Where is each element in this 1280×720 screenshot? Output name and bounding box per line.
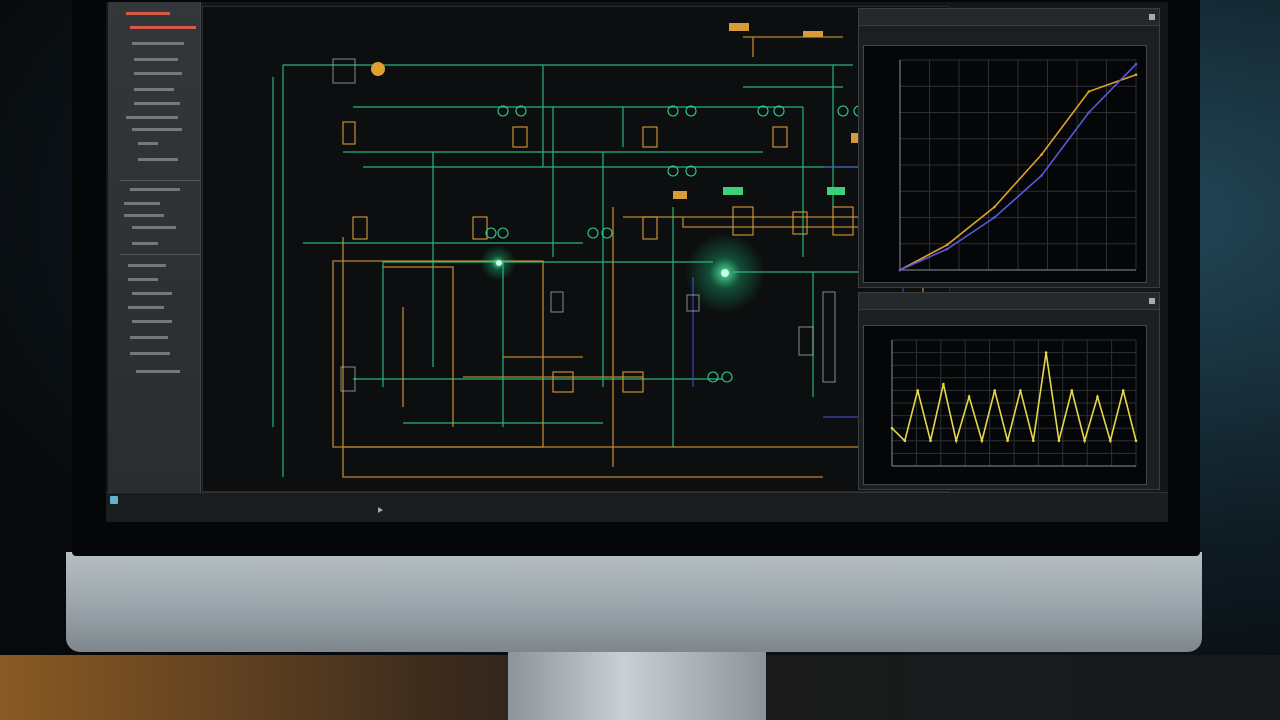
cursor-icon xyxy=(378,507,383,513)
panel-header xyxy=(859,9,1159,26)
sidebar-item[interactable] xyxy=(130,26,196,29)
sidebar-item[interactable] xyxy=(130,336,168,339)
sidebar-item[interactable] xyxy=(128,278,158,281)
data-point xyxy=(954,439,958,443)
data-point xyxy=(898,268,902,272)
data-point xyxy=(945,247,949,251)
sidebar-item[interactable] xyxy=(132,128,182,131)
data-point xyxy=(967,395,971,398)
data-point xyxy=(1083,439,1086,443)
data-point xyxy=(1057,439,1061,443)
data-point xyxy=(1134,73,1138,76)
sidebar-item[interactable] xyxy=(132,42,184,45)
sidebar-item[interactable] xyxy=(134,58,178,61)
data-point xyxy=(1087,90,1091,93)
waveform-chart-svg xyxy=(890,339,1138,467)
response-chart[interactable] xyxy=(863,45,1147,283)
data-point xyxy=(993,205,996,209)
sidebar-item[interactable] xyxy=(138,158,178,161)
tool-sidebar xyxy=(108,2,201,492)
orange-wires xyxy=(332,36,924,478)
data-point xyxy=(916,389,919,392)
sidebar-item[interactable] xyxy=(130,352,170,355)
sidebar-divider xyxy=(120,180,200,181)
data-point xyxy=(929,439,932,443)
sidebar-item[interactable] xyxy=(134,72,182,75)
sidebar-item[interactable] xyxy=(136,370,180,373)
window-close-icon[interactable] xyxy=(1149,14,1155,20)
components xyxy=(342,121,854,393)
data-point xyxy=(993,216,996,219)
status-indicator-icon xyxy=(110,496,118,504)
data-point xyxy=(1006,439,1009,443)
response-chart-svg xyxy=(898,59,1138,272)
status-tags xyxy=(723,187,845,195)
data-point xyxy=(945,243,949,247)
sidebar-item[interactable] xyxy=(132,320,172,323)
data-point xyxy=(1031,439,1035,443)
monitor-stand xyxy=(508,652,766,720)
sidebar-item[interactable] xyxy=(138,142,158,145)
chart-panel-response xyxy=(858,8,1160,288)
green-wires xyxy=(272,64,903,477)
sidebar-item[interactable] xyxy=(124,214,164,217)
sidebar-item[interactable] xyxy=(128,306,164,309)
chart-panel-waveform xyxy=(858,292,1160,490)
data-point xyxy=(1096,395,1099,398)
data-point xyxy=(1134,62,1138,66)
app-window xyxy=(106,2,1168,522)
data-point xyxy=(1070,389,1074,392)
device-symbols xyxy=(332,58,836,392)
label-tags xyxy=(673,23,865,199)
sidebar-item[interactable] xyxy=(132,242,158,245)
data-point xyxy=(942,382,945,386)
sidebar-item[interactable] xyxy=(130,188,180,191)
origin-marker xyxy=(371,62,385,76)
data-point xyxy=(1040,174,1043,177)
data-point xyxy=(1109,439,1112,443)
panel-header xyxy=(859,293,1159,310)
data-point xyxy=(1121,389,1125,392)
schematic-canvas[interactable] xyxy=(202,6,950,492)
monitor-chin xyxy=(66,552,1202,652)
data-point xyxy=(890,426,894,430)
data-point xyxy=(980,439,984,443)
window-close-icon[interactable] xyxy=(1149,298,1155,304)
active-node xyxy=(721,269,729,277)
waveform-chart[interactable] xyxy=(863,325,1147,485)
data-point xyxy=(1040,153,1043,156)
sidebar-item[interactable] xyxy=(124,202,160,205)
sidebar-item[interactable] xyxy=(132,226,176,229)
data-point xyxy=(1044,351,1048,354)
sidebar-item[interactable] xyxy=(134,102,180,105)
sidebar-item[interactable] xyxy=(134,88,174,91)
data-point xyxy=(993,389,997,392)
sidebar-item[interactable] xyxy=(128,264,166,267)
sidebar-active-item[interactable] xyxy=(126,12,170,15)
status-bar xyxy=(106,492,1168,522)
active-node xyxy=(496,260,502,266)
data-point xyxy=(903,439,907,443)
data-point xyxy=(1019,389,1022,392)
sidebar-divider xyxy=(120,254,200,255)
data-point xyxy=(1087,111,1091,114)
schematic-drawing xyxy=(272,23,924,478)
sidebar-item[interactable] xyxy=(126,116,178,119)
sidebar-item[interactable] xyxy=(132,292,172,295)
data-point xyxy=(1134,439,1138,443)
